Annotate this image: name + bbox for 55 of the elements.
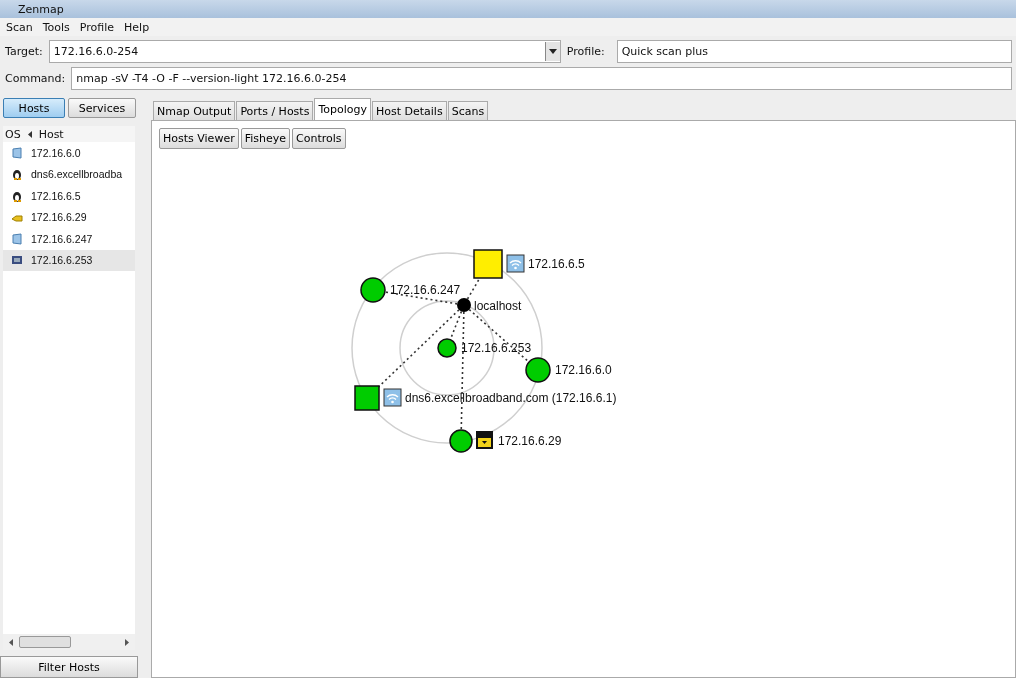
target-label: Target: — [5, 45, 43, 58]
wifi-icon — [383, 388, 402, 407]
command-label: Command: — [5, 72, 66, 85]
host-row[interactable]: 172.16.6.247 — [3, 228, 135, 250]
menu-item[interactable]: Scan — [6, 20, 33, 34]
penguin-icon — [11, 189, 23, 202]
profile-field[interactable]: Quick scan plus — [616, 40, 1012, 63]
host-node[interactable] — [525, 357, 551, 383]
filter-hosts-button[interactable]: Filter Hosts — [0, 656, 138, 678]
window-os-icon — [11, 232, 23, 245]
node-label: 172.16.6.29 — [498, 434, 562, 448]
host-row[interactable]: dns6.excellbroadba — [3, 163, 135, 185]
host-node[interactable] — [449, 429, 473, 453]
column-header[interactable]: OS — [5, 127, 21, 141]
node-label: 172.16.6.253 — [461, 341, 532, 355]
window-title: Zenmap — [18, 2, 64, 16]
tab[interactable]: Topology — [314, 98, 371, 120]
tab[interactable]: Host Details — [371, 101, 447, 120]
window-os-icon — [11, 146, 23, 159]
host-row[interactable]: 172.16.6.5 — [3, 185, 135, 207]
view-toggle-button[interactable]: Services — [68, 98, 136, 118]
node-label: localhost — [474, 299, 522, 313]
host-node[interactable] — [360, 277, 386, 303]
host-node[interactable] — [437, 338, 457, 358]
profile-label: Profile: — [566, 45, 605, 58]
node-label: dns6.excellbroadband.com (172.16.6.1) — [405, 391, 617, 405]
tab[interactable]: Nmap Output — [153, 101, 236, 120]
penguin-icon — [11, 168, 23, 181]
host-row[interactable]: 172.16.6.253 — [3, 249, 135, 271]
command-field[interactable]: nmap -sV -T4 -O -F --version-light 172.16.6.0-254 — [71, 67, 1012, 90]
sort-arrow-icon — [27, 130, 32, 138]
topology-toolbar-button[interactable]: Fisheye — [240, 128, 290, 149]
column-header[interactable]: Host — [38, 127, 64, 141]
node-label: 172.16.6.5 — [528, 257, 585, 271]
scroll-right-icon[interactable] — [125, 638, 129, 646]
host-node[interactable] — [473, 249, 503, 279]
host-row[interactable]: 172.16.6.0 — [3, 142, 135, 164]
topology-toolbar-button[interactable]: Controls — [292, 128, 346, 149]
host-row[interactable]: 172.16.6.29 — [3, 206, 135, 228]
padlock-icon — [476, 431, 493, 449]
tab[interactable]: Scans — [447, 101, 489, 120]
view-toggle-button[interactable]: Hosts — [3, 98, 65, 118]
target-field[interactable]: 172.16.6.0-254 — [48, 40, 561, 63]
node-label: 172.16.6.247 — [390, 283, 461, 297]
menu-item[interactable]: Tools — [42, 20, 70, 34]
menu-item[interactable]: Help — [124, 20, 150, 34]
node-label: 172.16.6.0 — [555, 363, 612, 377]
tab[interactable]: Ports / Hosts — [236, 101, 314, 120]
scroll-left-icon[interactable] — [9, 638, 13, 646]
wifi-icon — [506, 254, 525, 273]
host-node[interactable] — [354, 385, 380, 411]
topology-toolbar-button[interactable]: Hosts Viewer — [159, 128, 239, 149]
monitor-os-icon — [11, 254, 23, 267]
menu-item[interactable]: Profile — [79, 20, 115, 34]
localhost-node[interactable] — [457, 298, 471, 312]
